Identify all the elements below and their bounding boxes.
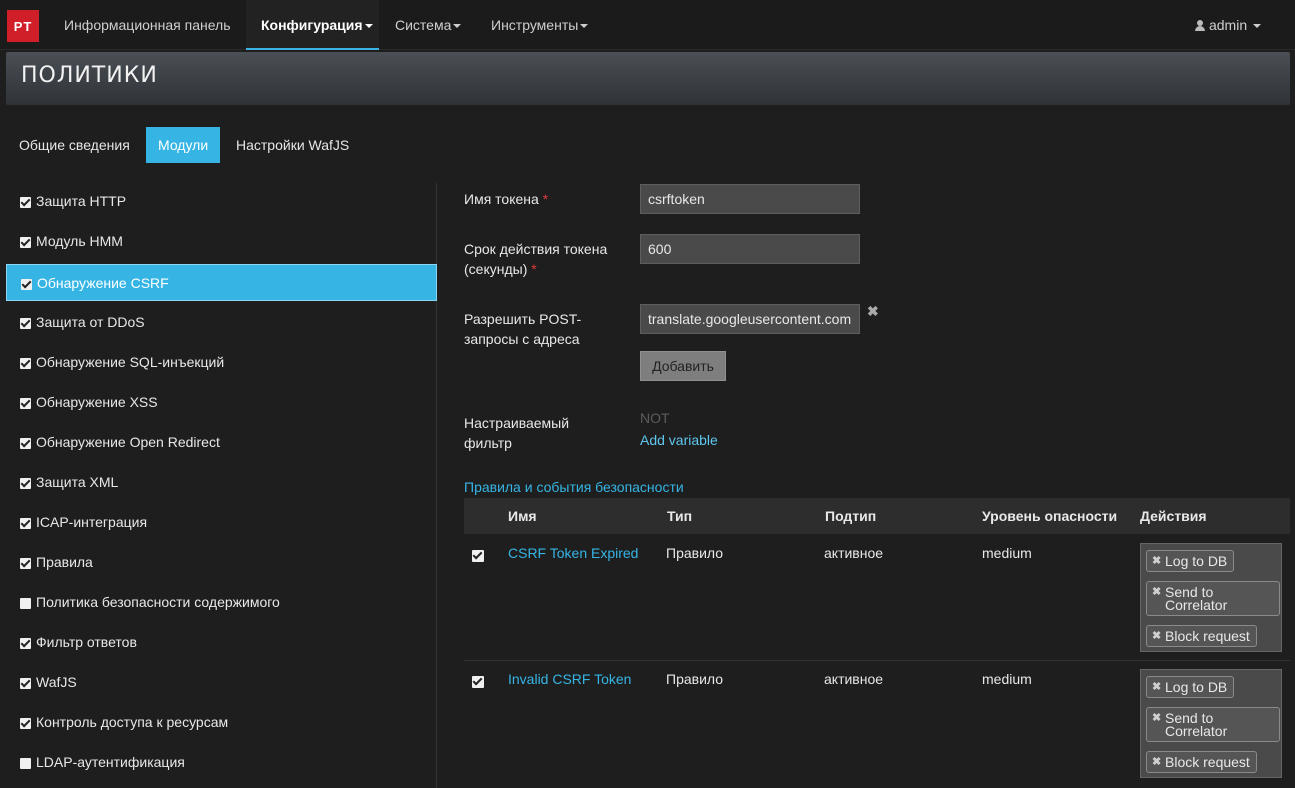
chevron-down-icon	[1253, 24, 1261, 29]
module-item-active[interactable]: Обнаружение CSRF	[6, 264, 437, 301]
column-header-actions: Действия	[1140, 508, 1207, 524]
add-origin-button[interactable]: Добавить	[640, 351, 726, 381]
remove-icon[interactable]: ✖	[1152, 630, 1161, 643]
module-checkbox[interactable]	[20, 478, 31, 489]
module-checkbox[interactable]	[20, 398, 31, 409]
tab-wafjs-settings[interactable]: Настройки WafJS	[224, 127, 361, 163]
remove-icon[interactable]: ✖	[1152, 712, 1161, 725]
chevron-down-icon	[453, 24, 462, 29]
tab-general[interactable]: Общие сведения	[7, 127, 142, 163]
nav-system[interactable]: Система	[395, 0, 462, 50]
action-tag[interactable]: ✖ Log to DB	[1146, 550, 1235, 572]
module-checkbox[interactable]	[20, 678, 31, 689]
module-checkbox[interactable]	[20, 358, 31, 369]
add-variable-link[interactable]: Add variable	[640, 432, 718, 448]
module-item[interactable]: Защита XML	[6, 464, 437, 501]
row-divider	[464, 660, 1290, 661]
nav-dashboard[interactable]: Информационная панель	[64, 0, 231, 50]
module-item[interactable]: Защита HTTP	[6, 183, 437, 220]
rule-severity: medium	[982, 545, 1032, 561]
action-tag[interactable]: ✖ Send to Correlator	[1146, 707, 1280, 742]
token-name-label: Имя токена *	[464, 191, 549, 207]
tab-modules[interactable]: Модули	[146, 127, 221, 163]
action-tag[interactable]: ✖ Send to Correlator	[1146, 581, 1280, 616]
module-checkbox[interactable]	[20, 598, 31, 609]
module-item[interactable]: Контроль доступа к ресурсам	[6, 704, 437, 741]
column-header-severity: Уровень опасности	[982, 508, 1118, 524]
nav-configuration[interactable]: Конфигурация	[246, 0, 379, 50]
remove-origin-icon[interactable]: ✖	[867, 303, 879, 320]
user-icon	[1194, 20, 1205, 31]
module-checkbox[interactable]	[20, 237, 31, 248]
column-header-type: Тип	[667, 508, 693, 524]
module-checkbox[interactable]	[21, 279, 32, 290]
page-header: ПОЛИТИКИ	[6, 52, 1290, 105]
module-item[interactable]: LDAP-аутентификация	[6, 744, 437, 781]
rules-table-header: Имя Тип Подтип Уровень опасности Действи…	[464, 498, 1290, 534]
rule-name-link[interactable]: Invalid CSRF Token	[508, 671, 631, 687]
rule-name-link[interactable]: CSRF Token Expired	[508, 545, 638, 561]
module-checkbox[interactable]	[20, 638, 31, 649]
remove-icon[interactable]: ✖	[1152, 586, 1161, 599]
rules-section-title: Правила и события безопасности	[464, 479, 684, 495]
action-tag[interactable]: ✖ Log to DB	[1146, 676, 1235, 698]
token-name-input[interactable]: csrftoken	[640, 184, 860, 214]
action-tag[interactable]: ✖ Block request	[1146, 751, 1257, 773]
module-item[interactable]: Модуль HMM	[6, 223, 437, 260]
actions-select[interactable]: ✖ Log to DB ✖ Send to Correlator ✖ Block re…	[1140, 669, 1282, 778]
module-item[interactable]: Обнаружение Open Redirect	[6, 424, 437, 461]
module-checkbox[interactable]	[20, 518, 31, 529]
user-menu[interactable]: admin	[1194, 0, 1261, 50]
module-checkbox[interactable]	[20, 438, 31, 449]
remove-icon[interactable]: ✖	[1152, 681, 1161, 694]
pt-logo[interactable]: PT	[7, 10, 39, 42]
rule-severity: medium	[982, 671, 1032, 687]
module-item[interactable]: Обнаружение SQL-инъекций	[6, 344, 437, 381]
module-item[interactable]: Политика безопасности содержимого	[6, 584, 437, 621]
chevron-down-icon	[580, 24, 589, 29]
module-item[interactable]: Обнаружение XSS	[6, 384, 437, 421]
module-item[interactable]: ICAP-интеграция	[6, 504, 437, 541]
column-header-subtype: Подтип	[825, 508, 877, 524]
allow-post-label: Разрешить POST-запросы с адреса	[464, 311, 582, 347]
module-checkbox[interactable]	[20, 758, 31, 769]
row-checkbox[interactable]	[472, 676, 484, 688]
rule-type: Правило	[666, 545, 724, 561]
module-item[interactable]: Защита от DDoS	[6, 304, 437, 341]
actions-select[interactable]: ✖ Log to DB ✖ Send to Correlator ✖ Block re…	[1140, 543, 1282, 652]
remove-icon[interactable]: ✖	[1152, 555, 1161, 568]
module-checkbox[interactable]	[20, 558, 31, 569]
module-item[interactable]: Фильтр ответов	[6, 624, 437, 661]
module-checkbox[interactable]	[20, 318, 31, 329]
module-checkbox[interactable]	[20, 718, 31, 729]
module-item[interactable]: Правила	[6, 544, 437, 581]
remove-icon[interactable]: ✖	[1152, 756, 1161, 769]
module-item[interactable]: WafJS	[6, 664, 437, 701]
module-checkbox[interactable]	[20, 197, 31, 208]
custom-filter-label: Настраиваемый фильтр	[464, 415, 570, 451]
not-toggle[interactable]: NOT	[640, 410, 670, 426]
row-checkbox[interactable]	[472, 550, 484, 562]
chevron-down-icon	[364, 24, 373, 29]
modules-list: Защита HTTP Модуль HMM Обнаружение CSRF …	[6, 183, 437, 788]
top-navbar: PT Информационная панель Конфигурация Си…	[0, 0, 1295, 50]
nav-tools[interactable]: Инструменты	[491, 0, 589, 50]
action-tag[interactable]: ✖ Block request	[1146, 625, 1257, 647]
rule-subtype: активное	[824, 545, 884, 561]
token-ttl-label: Срок действия токена (секунды) *	[464, 241, 608, 277]
token-ttl-input[interactable]: 600	[640, 234, 860, 264]
allowed-origin-input[interactable]: translate.googleusercontent.com	[640, 304, 860, 334]
column-header-name: Имя	[508, 508, 537, 524]
page-title: ПОЛИТИКИ	[21, 63, 158, 88]
rule-subtype: активное	[824, 671, 884, 687]
rule-type: Правило	[666, 671, 724, 687]
